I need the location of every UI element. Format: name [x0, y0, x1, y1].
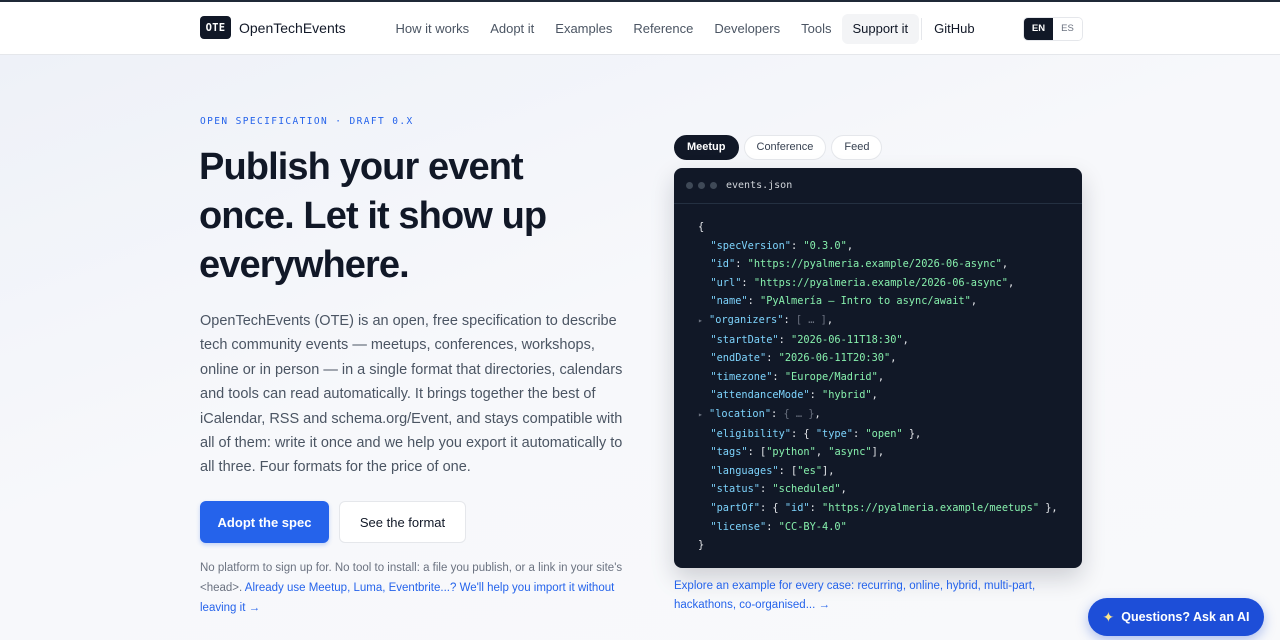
nav-tools[interactable]: Tools: [791, 14, 842, 44]
lang-en-button[interactable]: EN: [1024, 18, 1053, 40]
nav-divider: [920, 18, 922, 40]
hero-title: Publish your event once. Let it show up …: [199, 146, 547, 286]
expand-caret-icon[interactable]: ▸: [698, 410, 703, 419]
hero-note: No platform to sign up for. No tool to i…: [200, 559, 630, 618]
nav-how-it-works[interactable]: How it works: [385, 14, 480, 44]
explore-examples-link[interactable]: Explore an example for every case: recur…: [674, 577, 1084, 615]
hero-section: [0, 55, 1280, 640]
hero-eyebrow: OPEN SPECIFICATION · DRAFT 0.X: [200, 116, 414, 127]
nav-examples[interactable]: Examples: [545, 14, 623, 44]
brand-link[interactable]: OTE OpenTechEvents: [200, 16, 346, 39]
brand-name: OpenTechEvents: [239, 19, 346, 36]
json-specversion: 0.3.0: [809, 239, 841, 252]
tab-conference[interactable]: Conference: [743, 135, 827, 160]
json-eligibility-type: open: [871, 427, 897, 440]
example-tabs: Meetup Conference Feed: [674, 135, 883, 160]
code-window-titlebar: events.json: [674, 168, 1082, 204]
window-dot-icon: [698, 182, 705, 189]
window-dot-icon: [686, 182, 693, 189]
adopt-spec-button[interactable]: Adopt the spec: [200, 501, 329, 543]
json-tag: python: [772, 446, 810, 459]
code-window: events.json { "specVersion": "0.3.0", "i…: [674, 168, 1082, 568]
logo-icon: OTE: [200, 16, 231, 39]
json-location-collapsed[interactable]: { … }: [783, 408, 814, 420]
window-dot-icon: [710, 182, 717, 189]
json-name: PyAlmería — Intro to async/await: [766, 295, 965, 308]
json-status: scheduled: [778, 483, 835, 496]
json-id: https://pyalmeria.example/2026-06-async: [753, 258, 996, 271]
lang-es-button[interactable]: ES: [1053, 18, 1082, 40]
tab-feed[interactable]: Feed: [831, 135, 883, 160]
tab-meetup[interactable]: Meetup: [674, 135, 739, 160]
json-license: CC-BY-4.0: [784, 520, 841, 533]
see-format-button[interactable]: See the format: [339, 501, 466, 543]
nav-reference[interactable]: Reference: [623, 14, 704, 44]
nav-github[interactable]: GitHub: [924, 14, 985, 44]
json-enddate: 2026-06-11T20:30: [784, 352, 885, 365]
hero-lead: OpenTechEvents (OTE) is an open, free sp…: [200, 313, 623, 476]
json-code-block: { "specVersion": "0.3.0", "id": "https:/…: [698, 221, 1058, 552]
json-partof-id: https://pyalmeria.example/meetups: [828, 501, 1033, 514]
code-filename: events.json: [726, 180, 793, 191]
json-startdate: 2026-06-11T18:30: [797, 333, 897, 346]
main-nav: How it works Adopt it Examples Reference…: [385, 13, 985, 45]
json-organizers-collapsed[interactable]: [ … ]: [796, 314, 827, 326]
language-switcher: EN ES: [1023, 17, 1083, 41]
json-attendancemode: hybrid: [828, 389, 866, 402]
nav-adopt-it[interactable]: Adopt it: [480, 14, 545, 44]
site-header: OTE OpenTechEvents How it works Adopt it…: [0, 2, 1280, 55]
ask-ai-label: Questions? Ask an AI: [1121, 610, 1250, 624]
nav-developers[interactable]: Developers: [704, 14, 791, 44]
ask-ai-button[interactable]: ✦ Questions? Ask an AI: [1088, 598, 1264, 636]
json-language: es: [803, 464, 816, 477]
json-tag: async: [834, 446, 866, 459]
expand-caret-icon[interactable]: ▸: [698, 316, 703, 325]
json-timezone: Europe/Madrid: [791, 370, 872, 383]
json-url: https://pyalmeria.example/2026-06-async: [760, 276, 1002, 289]
nav-support-it[interactable]: Support it: [841, 14, 919, 44]
import-help-link[interactable]: Already use Meetup, Luma, Eventbrite...?…: [200, 582, 614, 614]
sparkle-icon: ✦: [1102, 608, 1115, 625]
